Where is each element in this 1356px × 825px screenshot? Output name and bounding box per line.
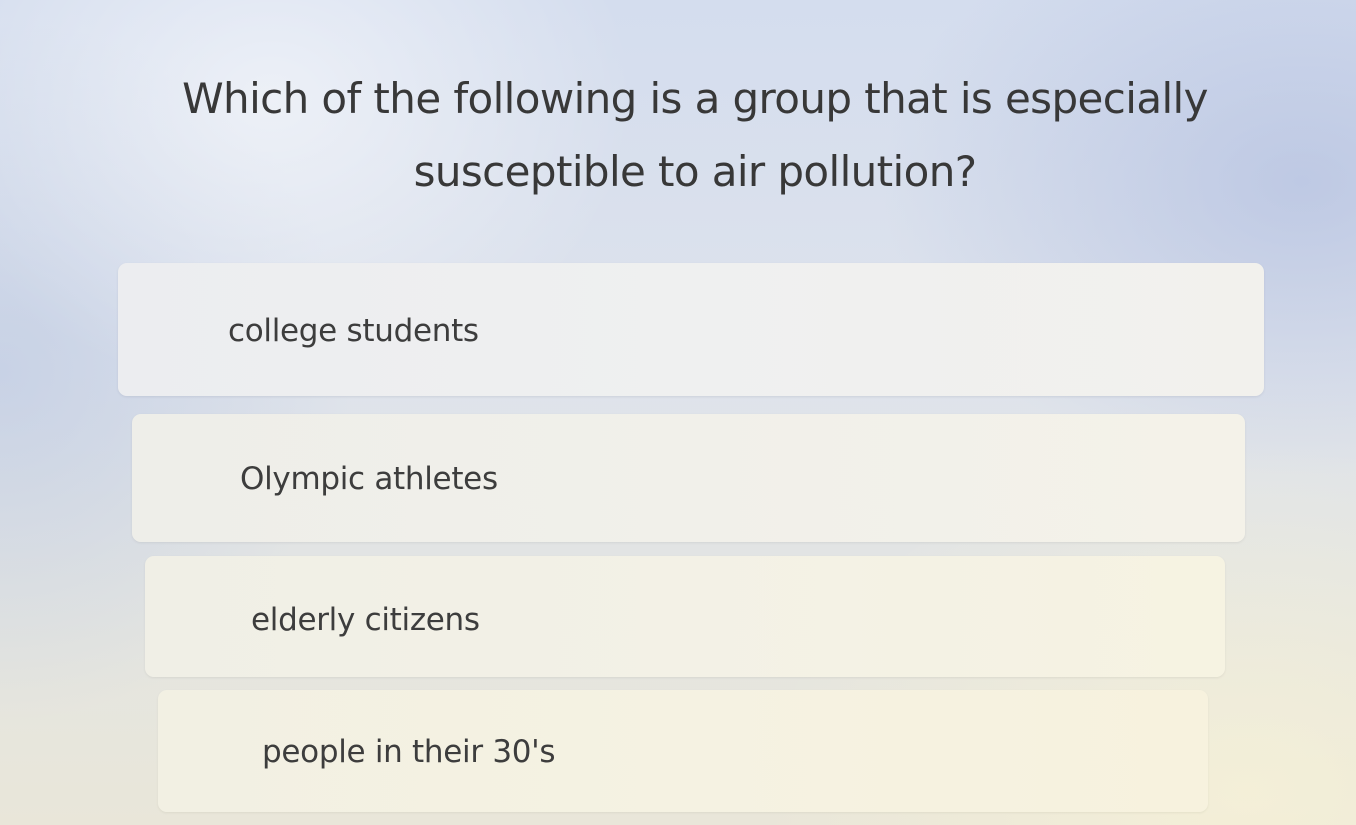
answer-option-label: Olympic athletes <box>240 461 498 497</box>
answer-option-label: elderly citizens <box>251 602 480 638</box>
question-line-1: Which of the following is a group that i… <box>182 74 1208 123</box>
answer-option-people-in-their-30s[interactable]: people in their 30's <box>158 690 1208 812</box>
question-line-2: susceptible to air pollution? <box>413 147 977 196</box>
answer-option-olympic-athletes[interactable]: Olympic athletes <box>132 414 1245 542</box>
answer-option-label: people in their 30's <box>262 734 556 770</box>
answer-option-college-students[interactable]: college students <box>118 263 1264 396</box>
question-text: Which of the following is a group that i… <box>150 62 1240 208</box>
answer-option-elderly-citizens[interactable]: elderly citizens <box>145 556 1225 677</box>
answer-option-label: college students <box>228 313 479 349</box>
